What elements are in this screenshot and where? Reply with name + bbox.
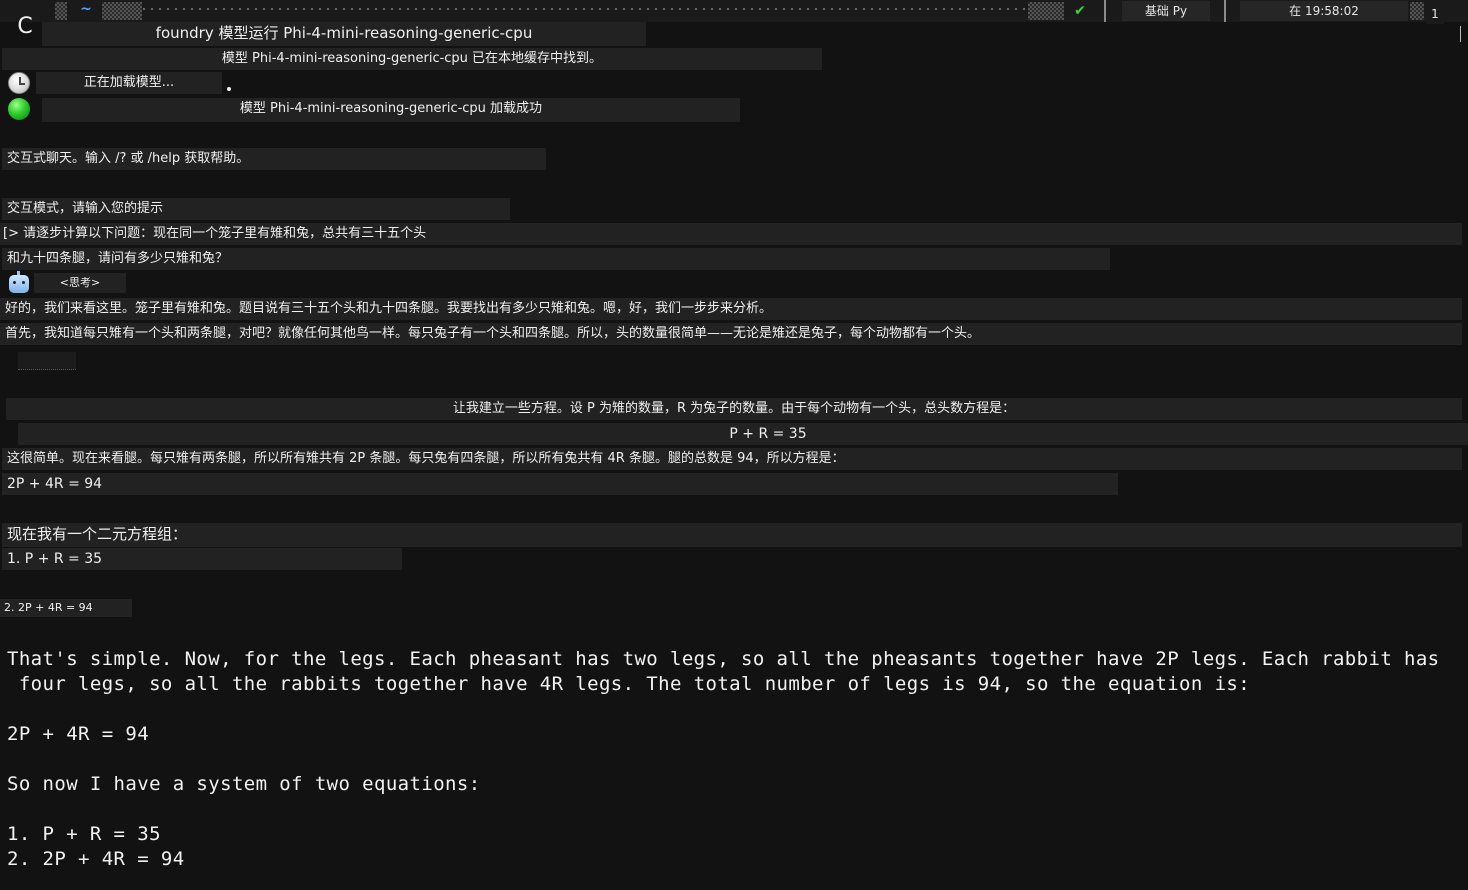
system-equation-line: 2. 2P + 4R = 94 (0, 599, 132, 617)
output-line: 2P + 4R = 94 (7, 723, 150, 745)
status-bar-pattern-end (1410, 2, 1424, 20)
status-bar-pattern-right (1028, 2, 1064, 20)
think-tag: <思考> (34, 273, 126, 293)
loaded-line: 模型 Phi-4-mini-reasoning-generic-cpu 加载成功 (42, 98, 740, 122)
status-bar-pattern-left (55, 2, 67, 20)
interactive-help-line: 交互式聊天。输入 /? 或 /help 获取帮助。 (2, 148, 546, 170)
user-prompt-line: [> 请逐步计算以下问题：现在同一个笼子里有雉和兔，总共有三十五个头 (0, 223, 1462, 245)
progress-dot-icon (227, 87, 231, 91)
interactive-prompt-line: 交互模式，请输入您的提示 (2, 198, 510, 220)
user-prompt-line: 和九十四条腿，请问有多少只雉和兔？ (2, 248, 1110, 270)
response-line: 好的，我们来看这里。笼子里有雉和兔。题目说有三十五个头和九十四条腿。我要找出有多… (0, 298, 1462, 320)
status-bar: ~ ✔ 基础 Py 在 19:58:02 1 (0, 0, 1468, 24)
output-line: four legs, so all the rabbits together h… (7, 673, 1251, 695)
system-intro-line: 现在我有一个二元方程组： (2, 523, 1462, 547)
response-line: 首先，我知道每只雉有一个头和两条腿，对吧？就像任何其他鸟一样。每只兔子有一个头和… (0, 323, 1462, 345)
success-icon (8, 98, 30, 120)
robot-icon (9, 271, 29, 293)
scroll-marker (1460, 26, 1461, 42)
response-line: 这很简单。现在来看腿。每只雉有两条腿，所以所有雉共有 2P 条腿。每只兔有四条腿… (2, 448, 1462, 470)
app-glyph: C (17, 14, 33, 39)
output-line: 1. P + R = 35 (7, 823, 161, 845)
clock-icon (8, 72, 30, 94)
check-icon: ✔ (1074, 3, 1086, 19)
response-line: 让我建立一些方程。设 P 为雉的数量，R 为兔子的数量。由于每个动物有一个头，总… (6, 398, 1462, 420)
blank-placeholder-box (18, 352, 76, 370)
status-bar-dotted-divider (140, 7, 1030, 11)
equation-line: P + R = 35 (18, 423, 1468, 445)
output-line: 2. 2P + 4R = 94 (7, 848, 185, 870)
command-line: foundry 模型运行 Phi-4-mini-reasoning-generi… (42, 22, 646, 46)
loading-line: 正在加载模型... (36, 72, 222, 94)
environment-segment: 基础 Py (1122, 1, 1210, 21)
time-segment: 在 19:58:02 (1240, 1, 1408, 21)
count-segment: 1 (1426, 4, 1444, 24)
system-equation-line: 1. P + R = 35 (2, 548, 402, 570)
equation-line: 2P + 4R = 94 (2, 473, 1118, 495)
status-separator (1104, 0, 1106, 22)
wave-icon: ~ (80, 1, 92, 17)
cache-found-line: 模型 Phi-4-mini-reasoning-generic-cpu 已在本地… (2, 48, 822, 70)
status-bar-pattern-mid (102, 2, 142, 20)
status-separator (1224, 0, 1226, 22)
output-line: That's simple. Now, for the legs. Each p… (7, 648, 1440, 670)
output-line: So now I have a system of two equations: (7, 773, 481, 795)
